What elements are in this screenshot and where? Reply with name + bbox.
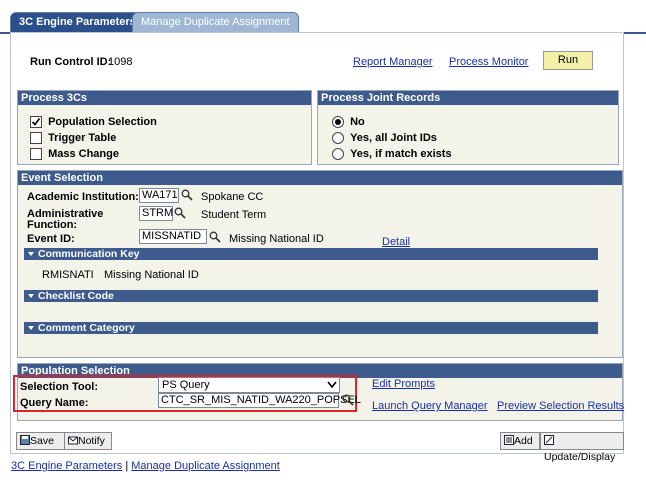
tab-3c-engine-parameters[interactable]: 3C Engine Parameters bbox=[10, 12, 145, 32]
run-button[interactable]: Run bbox=[543, 51, 593, 70]
save-icon bbox=[20, 435, 30, 445]
update-display-button[interactable]: Update/Display bbox=[540, 432, 624, 463]
joint-all-label: Yes, all Joint IDs bbox=[350, 132, 437, 144]
chevron-down-icon bbox=[327, 381, 337, 389]
population-selection-label: Population Selection bbox=[48, 116, 157, 128]
joint-match-radio[interactable] bbox=[332, 148, 344, 161]
preview-selection-results-link[interactable]: Preview Selection Results bbox=[497, 400, 624, 412]
communication-key-value: RMISNATI bbox=[42, 269, 94, 281]
joint-all-option[interactable]: Yes, all Joint IDs bbox=[332, 132, 437, 145]
population-selection-checkbox[interactable] bbox=[30, 116, 42, 129]
report-manager-link[interactable]: Report Manager bbox=[353, 56, 433, 68]
bottom-link-3c-engine-parameters[interactable]: 3C Engine Parameters bbox=[11, 460, 122, 472]
tab-bar: 3C Engine Parameters Manage Duplicate As… bbox=[0, 12, 646, 34]
population-selection-option[interactable]: Population Selection bbox=[30, 116, 157, 129]
update-display-label: Update/Display bbox=[544, 451, 616, 463]
collapse-arrow-icon bbox=[28, 294, 34, 299]
process-monitor-link[interactable]: Process Monitor bbox=[449, 56, 528, 68]
event-id-input[interactable]: MISSNATID bbox=[139, 229, 207, 244]
joint-no-label: No bbox=[350, 116, 365, 128]
detail-link[interactable]: Detail bbox=[382, 236, 410, 248]
institution-lookup-icon[interactable] bbox=[181, 189, 193, 201]
trigger-table-label: Trigger Table bbox=[48, 132, 117, 144]
institution-input[interactable]: WA171 bbox=[139, 188, 179, 203]
joint-match-label: Yes, if match exists bbox=[350, 148, 452, 160]
event-selection-header: Event Selection bbox=[18, 171, 622, 185]
add-icon bbox=[504, 435, 514, 445]
event-id-description: Missing National ID bbox=[229, 233, 324, 245]
comment-category-title: Comment Category bbox=[38, 322, 135, 334]
function-description: Student Term bbox=[201, 209, 267, 221]
query-name-label: Query Name: bbox=[20, 397, 89, 409]
collapse-arrow-icon bbox=[28, 252, 34, 257]
bottom-link-manage-duplicate[interactable]: Manage Duplicate Assignment bbox=[131, 460, 280, 472]
communication-key-header[interactable]: Communication Key bbox=[24, 248, 598, 260]
comment-category-header[interactable]: Comment Category bbox=[24, 322, 598, 334]
trigger-table-checkbox[interactable] bbox=[30, 132, 42, 145]
add-label: Add bbox=[514, 435, 533, 447]
save-button[interactable]: Save bbox=[16, 432, 65, 450]
checklist-code-title: Checklist Code bbox=[38, 290, 114, 302]
notify-label: Notify bbox=[78, 435, 105, 447]
add-button[interactable]: Add bbox=[500, 432, 540, 450]
update-icon bbox=[544, 435, 554, 445]
mass-change-label: Mass Change bbox=[48, 148, 119, 160]
notify-icon bbox=[68, 436, 78, 445]
notify-button[interactable]: Notify bbox=[64, 432, 112, 450]
institution-label: Academic Institution: bbox=[27, 191, 139, 203]
function-input[interactable]: STRM bbox=[139, 206, 173, 221]
selection-tool-label: Selection Tool: bbox=[20, 381, 99, 393]
process-3cs-header: Process 3Cs bbox=[18, 91, 311, 105]
bottom-separator: | bbox=[125, 460, 129, 472]
collapse-arrow-icon bbox=[28, 326, 34, 331]
joint-no-option[interactable]: No bbox=[332, 116, 365, 129]
event-id-label: Event ID: bbox=[27, 233, 75, 245]
communication-key-title: Communication Key bbox=[38, 248, 140, 260]
checkmark-icon bbox=[31, 118, 41, 126]
mass-change-option[interactable]: Mass Change bbox=[30, 148, 119, 161]
institution-description: Spokane CC bbox=[201, 191, 264, 203]
checklist-code-header[interactable]: Checklist Code bbox=[24, 290, 598, 302]
process-joint-records-group: Process Joint Records No Yes, all Joint … bbox=[317, 90, 619, 165]
launch-query-manager-link[interactable]: Launch Query Manager bbox=[372, 400, 488, 412]
run-control-label: Run Control ID: bbox=[30, 56, 112, 68]
joint-match-option[interactable]: Yes, if match exists bbox=[332, 148, 452, 161]
process-joint-records-header: Process Joint Records bbox=[318, 91, 618, 105]
edit-prompts-link[interactable]: Edit Prompts bbox=[372, 378, 435, 390]
selection-tool-dropdown[interactable]: PS Query bbox=[158, 377, 340, 393]
tab-manage-duplicate-assignment[interactable]: Manage Duplicate Assignment bbox=[132, 12, 299, 32]
run-control-value: 1098 bbox=[108, 56, 133, 68]
query-name-input[interactable]: CTC_SR_MIS_NATID_WA220_POPSEL bbox=[158, 393, 361, 408]
save-label: Save bbox=[30, 435, 54, 447]
process-3cs-group: Process 3Cs Population Selection Trigger… bbox=[17, 90, 312, 165]
mass-change-checkbox[interactable] bbox=[30, 148, 42, 161]
bottom-nav: 3C Engine Parameters | Manage Duplicate … bbox=[11, 460, 280, 472]
query-lookup-icon[interactable] bbox=[342, 394, 354, 406]
joint-no-radio[interactable] bbox=[332, 116, 344, 129]
function-label: Administrative Function: bbox=[27, 208, 104, 231]
joint-all-radio[interactable] bbox=[332, 132, 344, 145]
trigger-table-option[interactable]: Trigger Table bbox=[30, 132, 117, 145]
function-lookup-icon[interactable] bbox=[174, 207, 186, 219]
event-id-lookup-icon[interactable] bbox=[209, 231, 221, 243]
selection-tool-value: PS Query bbox=[162, 379, 210, 391]
communication-key-description: Missing National ID bbox=[104, 269, 199, 281]
